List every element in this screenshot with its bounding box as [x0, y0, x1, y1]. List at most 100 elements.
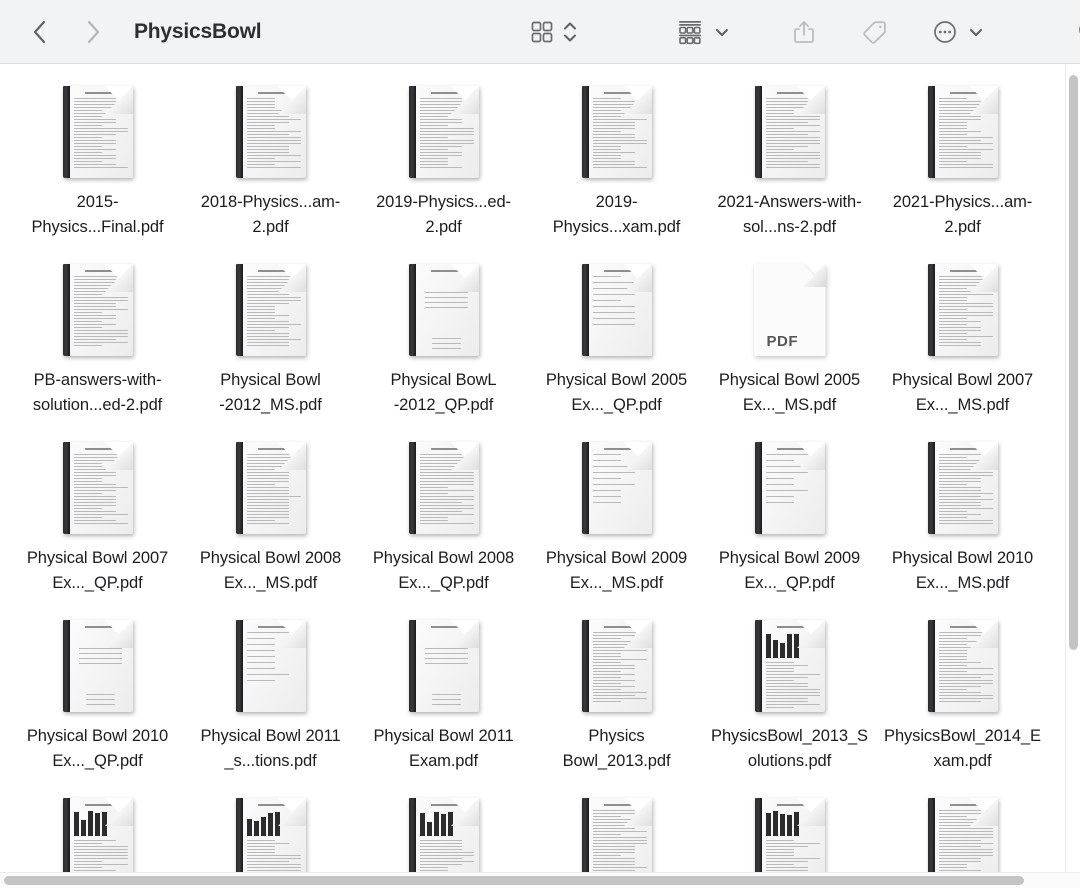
file-thumbnail[interactable] — [409, 610, 479, 714]
ellipsis-circle-icon[interactable] — [932, 19, 958, 45]
file-thumbnail[interactable] — [755, 610, 825, 714]
file-name-label: Physical Bowl 2008 Ex..._QP.pdf — [364, 546, 524, 596]
file-thumbnail[interactable] — [409, 76, 479, 180]
file-thumbnail[interactable] — [236, 432, 306, 536]
view-mode-control[interactable] — [530, 0, 577, 64]
pdf-badge-icon[interactable]: PDF — [754, 264, 826, 356]
chevron-down-icon[interactable] — [968, 24, 984, 40]
share-icon[interactable] — [792, 19, 816, 45]
file-item[interactable]: PhysicsBowl_2013_Solutions.pdf — [703, 610, 876, 788]
file-item[interactable]: Physical Bowl -2012_MS.pdf — [184, 254, 357, 432]
file-thumbnail[interactable] — [928, 76, 998, 180]
file-thumbnail[interactable] — [236, 254, 306, 358]
file-thumbnail[interactable] — [63, 432, 133, 536]
file-item[interactable]: Physical Bowl 2007 Ex..._MS.pdf — [876, 254, 1049, 432]
grid-view-icon[interactable] — [530, 20, 554, 44]
document-page-icon[interactable] — [582, 620, 652, 712]
file-item[interactable]: Physical Bowl 2008 Ex..._QP.pdf — [357, 432, 530, 610]
file-item[interactable]: PDFPhysical Bowl 2005 Ex..._MS.pdf — [703, 254, 876, 432]
file-name-label: Physical Bowl 2011 _s...tions.pdf — [191, 724, 351, 774]
file-thumbnail[interactable] — [236, 76, 306, 180]
document-page-icon[interactable] — [409, 620, 479, 712]
vertical-scrollbar-thumb[interactable] — [1069, 75, 1078, 650]
file-item[interactable]: Physics Bowl_2013.pdf — [530, 610, 703, 788]
file-item[interactable]: 2019-Physics...ed-2.pdf — [357, 76, 530, 254]
file-item[interactable]: Physical Bowl 2011 Exam.pdf — [357, 610, 530, 788]
file-item[interactable]: 2015-Physics...Final.pdf — [11, 76, 184, 254]
file-item[interactable]: Physical Bowl 2007 Ex..._QP.pdf — [11, 432, 184, 610]
horizontal-scrollbar[interactable] — [0, 872, 1080, 888]
file-item[interactable]: 2021-Physics...am-2.pdf — [876, 76, 1049, 254]
file-item[interactable]: Physical Bowl 2005 Ex..._QP.pdf — [530, 254, 703, 432]
document-page-icon[interactable] — [928, 264, 998, 356]
search-button[interactable] — [1076, 0, 1080, 64]
file-thumbnail[interactable] — [236, 610, 306, 714]
document-page-icon[interactable] — [63, 86, 133, 178]
share-button[interactable] — [792, 0, 816, 64]
file-item[interactable]: Physical Bowl 2008 Ex..._MS.pdf — [184, 432, 357, 610]
file-thumbnail[interactable] — [63, 254, 133, 358]
tag-button[interactable] — [860, 0, 888, 64]
file-item[interactable]: 2021-Answers-with-sol...ns-2.pdf — [703, 76, 876, 254]
document-page-icon[interactable] — [755, 86, 825, 178]
document-page-icon[interactable] — [582, 86, 652, 178]
file-name-label: Physical Bowl 2007 Ex..._QP.pdf — [18, 546, 178, 596]
file-thumbnail[interactable] — [409, 432, 479, 536]
file-thumbnail[interactable] — [928, 432, 998, 536]
file-thumbnail[interactable] — [63, 610, 133, 714]
back-button[interactable] — [24, 17, 54, 47]
file-thumbnail[interactable] — [755, 432, 825, 536]
group-list-icon[interactable] — [676, 19, 704, 45]
file-thumbnail[interactable] — [582, 432, 652, 536]
chevron-right-icon — [85, 19, 102, 45]
vertical-scrollbar[interactable] — [1065, 64, 1080, 888]
file-thumbnail[interactable] — [409, 254, 479, 358]
file-thumbnail[interactable] — [582, 254, 652, 358]
file-grid: 2015-Physics...Final.pdf2018-Physics...a… — [0, 64, 1080, 888]
file-item[interactable]: PhysicsBowl_2014_Exam.pdf — [876, 610, 1049, 788]
file-item[interactable]: Physical Bowl 2010 Ex..._MS.pdf — [876, 432, 1049, 610]
document-page-icon[interactable] — [409, 442, 479, 534]
file-thumbnail[interactable]: PDF — [754, 254, 826, 358]
file-thumbnail[interactable] — [582, 610, 652, 714]
document-page-icon[interactable] — [409, 264, 479, 356]
document-page-icon[interactable] — [582, 264, 652, 356]
file-name-label: Physical Bowl 2009 Ex..._QP.pdf — [710, 546, 870, 596]
document-page-icon[interactable] — [755, 442, 825, 534]
document-page-icon[interactable] — [582, 442, 652, 534]
group-by-control[interactable] — [676, 0, 730, 64]
file-thumbnail[interactable] — [582, 76, 652, 180]
forward-button[interactable] — [78, 17, 108, 47]
document-page-icon[interactable] — [928, 86, 998, 178]
search-icon[interactable] — [1076, 18, 1080, 46]
document-page-icon[interactable] — [63, 264, 133, 356]
document-page-icon[interactable] — [928, 620, 998, 712]
file-item[interactable]: 2018-Physics...am-2.pdf — [184, 76, 357, 254]
document-page-icon[interactable] — [236, 620, 306, 712]
file-item[interactable]: 2019-Physics...xam.pdf — [530, 76, 703, 254]
document-page-icon[interactable] — [236, 86, 306, 178]
chevron-up-down-icon[interactable] — [563, 19, 577, 45]
file-item[interactable]: PB-answers-with-solution...ed-2.pdf — [11, 254, 184, 432]
file-item[interactable]: Physical Bowl 2011 _s...tions.pdf — [184, 610, 357, 788]
document-page-icon[interactable] — [409, 86, 479, 178]
document-page-icon[interactable] — [63, 442, 133, 534]
file-thumbnail[interactable] — [928, 254, 998, 358]
file-item[interactable]: Physical BowL -2012_QP.pdf — [357, 254, 530, 432]
horizontal-scrollbar-thumb[interactable] — [4, 876, 1024, 885]
chevron-down-icon[interactable] — [714, 24, 730, 40]
file-name-label: Physical Bowl 2010 Ex..._MS.pdf — [883, 546, 1043, 596]
file-item[interactable]: Physical Bowl 2009 Ex..._MS.pdf — [530, 432, 703, 610]
document-page-icon[interactable] — [928, 442, 998, 534]
more-actions-control[interactable] — [932, 0, 984, 64]
document-page-icon[interactable] — [63, 620, 133, 712]
file-item[interactable]: Physical Bowl 2009 Ex..._QP.pdf — [703, 432, 876, 610]
file-thumbnail[interactable] — [755, 76, 825, 180]
document-page-icon[interactable] — [236, 264, 306, 356]
tag-icon[interactable] — [860, 19, 888, 45]
file-thumbnail[interactable] — [63, 76, 133, 180]
file-thumbnail[interactable] — [928, 610, 998, 714]
file-item[interactable]: Physical Bowl 2010 Ex..._QP.pdf — [11, 610, 184, 788]
document-page-icon[interactable] — [236, 442, 306, 534]
document-page-icon[interactable] — [755, 620, 825, 712]
